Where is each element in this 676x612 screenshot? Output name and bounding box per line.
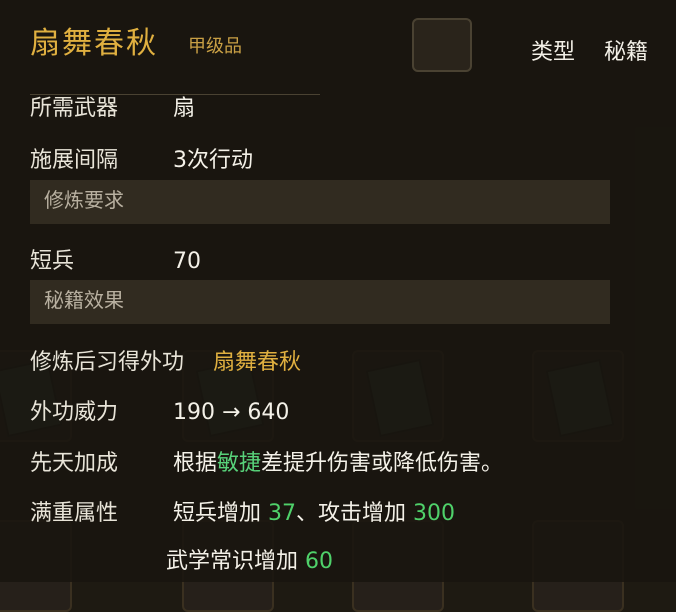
innate-row: 先天加成 根据敏捷差提升伤害或降低伤害。: [30, 445, 503, 477]
max-label: 满重属性: [30, 501, 119, 526]
learn-label: 修炼后习得外功: [30, 350, 185, 375]
skill-grade: 甲级品: [188, 36, 242, 57]
max-row-2: 武学常识增加 60: [166, 543, 333, 575]
type-label: 类型: [530, 40, 575, 65]
max-line1-a: 短兵增加: [173, 501, 268, 526]
effects-header: 秘籍效果: [30, 280, 610, 324]
learn-row: 修炼后习得外功 扇舞春秋: [30, 344, 301, 376]
max-line2-a: 武学常识增加: [166, 549, 305, 574]
attribute-row: 所需武器 扇: [30, 90, 195, 122]
innate-label: 先天加成: [30, 451, 119, 476]
attribute-label: 施展间隔: [30, 148, 119, 173]
skill-tooltip: 扇舞春秋 甲级品 类型 秘籍 所需武器 扇 施展间隔 3次行动 修炼要求 短兵 …: [0, 0, 676, 582]
max-line1-c: 、攻击增加: [296, 501, 413, 526]
attribute-row: 施展间隔 3次行动: [30, 142, 253, 174]
requirements-header: 修炼要求: [30, 180, 610, 224]
innate-pre: 根据: [173, 451, 218, 476]
attribute-value: 扇: [173, 96, 196, 121]
power-row: 外功威力 190 → 640: [30, 394, 289, 426]
innate-highlight: 敏捷: [217, 451, 262, 476]
attribute-label: 所需武器: [30, 96, 119, 121]
requirement-label: 短兵: [30, 249, 75, 274]
max-row: 满重属性 短兵增加 37、攻击增加 300: [30, 495, 455, 527]
learn-value: 扇舞春秋: [213, 350, 302, 375]
attribute-value: 3次行动: [173, 148, 253, 173]
innate-post: 差提升伤害或降低伤害。: [261, 451, 504, 476]
max-line1-b: 37: [268, 501, 296, 526]
max-line2-b: 60: [305, 549, 333, 574]
power-value: 190 → 640: [173, 400, 290, 425]
max-line1-d: 300: [413, 501, 455, 526]
scroll-icon: [412, 18, 472, 72]
power-label: 外功威力: [30, 400, 119, 425]
type-value: 秘籍: [603, 40, 648, 65]
type-block: 类型 秘籍: [509, 34, 648, 66]
requirement-row: 短兵 70: [30, 243, 201, 275]
requirement-value: 70: [173, 249, 201, 274]
skill-name: 扇舞春秋: [30, 26, 158, 61]
